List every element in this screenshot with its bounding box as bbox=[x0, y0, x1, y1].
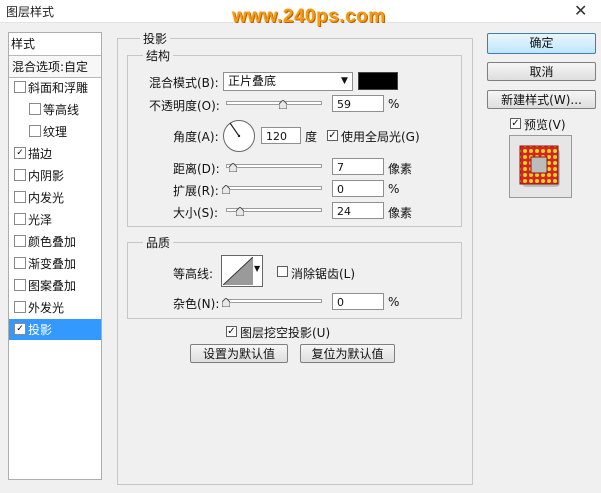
style-item[interactable]: 图案叠加 bbox=[9, 275, 101, 296]
opacity-input[interactable]: 59 bbox=[332, 95, 384, 112]
distance-unit: 像素 bbox=[388, 162, 413, 176]
style-item-checkbox[interactable] bbox=[14, 279, 26, 291]
style-item-label: 颜色叠加 bbox=[28, 235, 77, 249]
noise-unit: % bbox=[388, 295, 400, 309]
watermark-text: www.240ps.com bbox=[232, 6, 386, 27]
cancel-button[interactable]: 取消 bbox=[487, 62, 596, 81]
shadow-color-swatch[interactable] bbox=[358, 72, 398, 90]
opacity-unit: % bbox=[388, 97, 400, 111]
close-icon[interactable]: ✕ bbox=[574, 1, 587, 20]
style-item[interactable]: ✓ 投影 bbox=[9, 319, 101, 340]
style-item-checkbox[interactable]: ✓ bbox=[14, 147, 26, 159]
styles-header[interactable]: 样式 bbox=[11, 35, 35, 52]
style-item-label: 渐变叠加 bbox=[28, 257, 77, 271]
style-item[interactable]: 等高线 bbox=[9, 99, 101, 120]
preview-label[interactable]: 预览(V) bbox=[524, 116, 566, 133]
blend-mode-select[interactable]: 正片叠底 ▼ bbox=[223, 72, 353, 91]
global-light-label[interactable]: 使用全局光(G) bbox=[341, 128, 420, 145]
ok-button[interactable]: 确定 bbox=[487, 33, 596, 54]
style-item-checkbox[interactable] bbox=[29, 103, 41, 115]
chevron-down-icon: ▼ bbox=[341, 76, 348, 86]
blend-mode-label: 混合模式(B): bbox=[149, 76, 219, 90]
angle-dial-icon[interactable] bbox=[222, 119, 256, 153]
contour-picker[interactable]: ▼ bbox=[221, 255, 263, 287]
chevron-down-icon: ▼ bbox=[254, 264, 261, 273]
style-item[interactable]: 渐变叠加 bbox=[9, 253, 101, 274]
spread-unit: % bbox=[388, 182, 400, 196]
noise-slider[interactable] bbox=[226, 299, 322, 303]
style-item-label: 图案叠加 bbox=[28, 279, 77, 293]
style-item-label: 内阴影 bbox=[28, 169, 65, 183]
style-item-label: 描边 bbox=[28, 147, 53, 161]
style-item[interactable]: 内发光 bbox=[9, 187, 101, 208]
styles-list: 样式 混合选项:自定 斜面和浮雕 等高线 纹理 ✓ 描边 内阴影 内发光 光泽 颜色叠加 渐变叠加… bbox=[8, 32, 102, 480]
size-unit: 像素 bbox=[388, 206, 413, 220]
style-item[interactable]: 纹理 bbox=[9, 121, 101, 142]
antialias-checkbox[interactable] bbox=[277, 266, 288, 277]
opacity-slider[interactable] bbox=[226, 101, 322, 105]
style-item-label: 光泽 bbox=[28, 213, 53, 227]
style-item-checkbox[interactable] bbox=[14, 257, 26, 269]
new-style-button[interactable]: 新建样式(W)... bbox=[487, 90, 596, 109]
reset-default-button[interactable]: 复位为默认值 bbox=[300, 344, 395, 363]
size-label: 大小(S): bbox=[173, 206, 219, 220]
spread-input[interactable]: 0 bbox=[332, 180, 384, 197]
contour-curve-icon bbox=[223, 257, 253, 285]
opacity-label: 不透明度(O): bbox=[149, 99, 220, 113]
style-item[interactable]: 光泽 bbox=[9, 209, 101, 230]
angle-label: 角度(A): bbox=[173, 130, 219, 144]
section-title: 投影 bbox=[140, 30, 171, 47]
style-preview bbox=[509, 135, 572, 198]
distance-label: 距离(D): bbox=[173, 162, 220, 176]
style-item-checkbox[interactable] bbox=[14, 191, 26, 203]
style-item-label: 纹理 bbox=[43, 125, 68, 139]
spread-slider-thumb[interactable] bbox=[222, 185, 230, 194]
style-item-checkbox[interactable] bbox=[14, 81, 26, 93]
size-input[interactable]: 24 bbox=[332, 202, 384, 219]
noise-input[interactable]: 0 bbox=[332, 293, 384, 310]
knockout-checkbox[interactable]: ✓ bbox=[226, 326, 237, 337]
angle-input[interactable]: 120 bbox=[261, 127, 301, 144]
antialias-label[interactable]: 消除锯齿(L) bbox=[291, 265, 355, 282]
distance-slider[interactable] bbox=[226, 164, 322, 168]
set-default-button[interactable]: 设置为默认值 bbox=[190, 344, 288, 363]
style-item-checkbox[interactable] bbox=[14, 169, 26, 181]
opacity-slider-thumb[interactable] bbox=[278, 100, 287, 109]
blend-options-label: 混合选项:自定 bbox=[12, 60, 89, 74]
blend-mode-value: 正片叠底 bbox=[228, 74, 277, 88]
global-light-checkbox[interactable]: ✓ bbox=[327, 130, 338, 141]
distance-slider-thumb[interactable] bbox=[229, 163, 237, 172]
window-title: 图层样式 bbox=[6, 5, 55, 19]
style-item[interactable]: 斜面和浮雕 bbox=[9, 77, 101, 98]
blend-options-item[interactable]: 混合选项:自定 bbox=[9, 55, 101, 78]
style-item-label: 等高线 bbox=[43, 103, 80, 117]
style-item[interactable]: 外发光 bbox=[9, 297, 101, 318]
style-item-label: 内发光 bbox=[28, 191, 65, 205]
style-item[interactable]: ✓ 描边 bbox=[9, 143, 101, 164]
size-slider-thumb[interactable] bbox=[236, 207, 244, 216]
style-item-checkbox[interactable] bbox=[29, 125, 41, 137]
style-item[interactable]: 颜色叠加 bbox=[9, 231, 101, 252]
angle-unit: 度 bbox=[305, 130, 318, 144]
style-item-checkbox[interactable] bbox=[14, 213, 26, 225]
preview-thumbnail bbox=[510, 136, 571, 197]
style-item-label: 投影 bbox=[28, 323, 53, 337]
style-item-checkbox[interactable] bbox=[14, 301, 26, 313]
style-item-checkbox[interactable] bbox=[14, 235, 26, 247]
spread-label: 扩展(R): bbox=[173, 184, 219, 198]
spread-slider[interactable] bbox=[226, 186, 322, 190]
distance-input[interactable]: 7 bbox=[332, 158, 384, 175]
noise-label: 杂色(N): bbox=[173, 297, 220, 311]
style-item-label: 斜面和浮雕 bbox=[28, 81, 89, 95]
style-item-checkbox[interactable]: ✓ bbox=[14, 323, 26, 335]
knockout-label[interactable]: 图层挖空投影(U) bbox=[240, 324, 330, 341]
preview-checkbox[interactable]: ✓ bbox=[510, 118, 521, 129]
style-item-label: 外发光 bbox=[28, 301, 65, 315]
structure-title: 结构 bbox=[143, 47, 174, 64]
contour-label: 等高线: bbox=[173, 267, 214, 281]
style-item[interactable]: 内阴影 bbox=[9, 165, 101, 186]
noise-slider-thumb[interactable] bbox=[222, 298, 230, 307]
quality-title: 品质 bbox=[143, 234, 174, 251]
